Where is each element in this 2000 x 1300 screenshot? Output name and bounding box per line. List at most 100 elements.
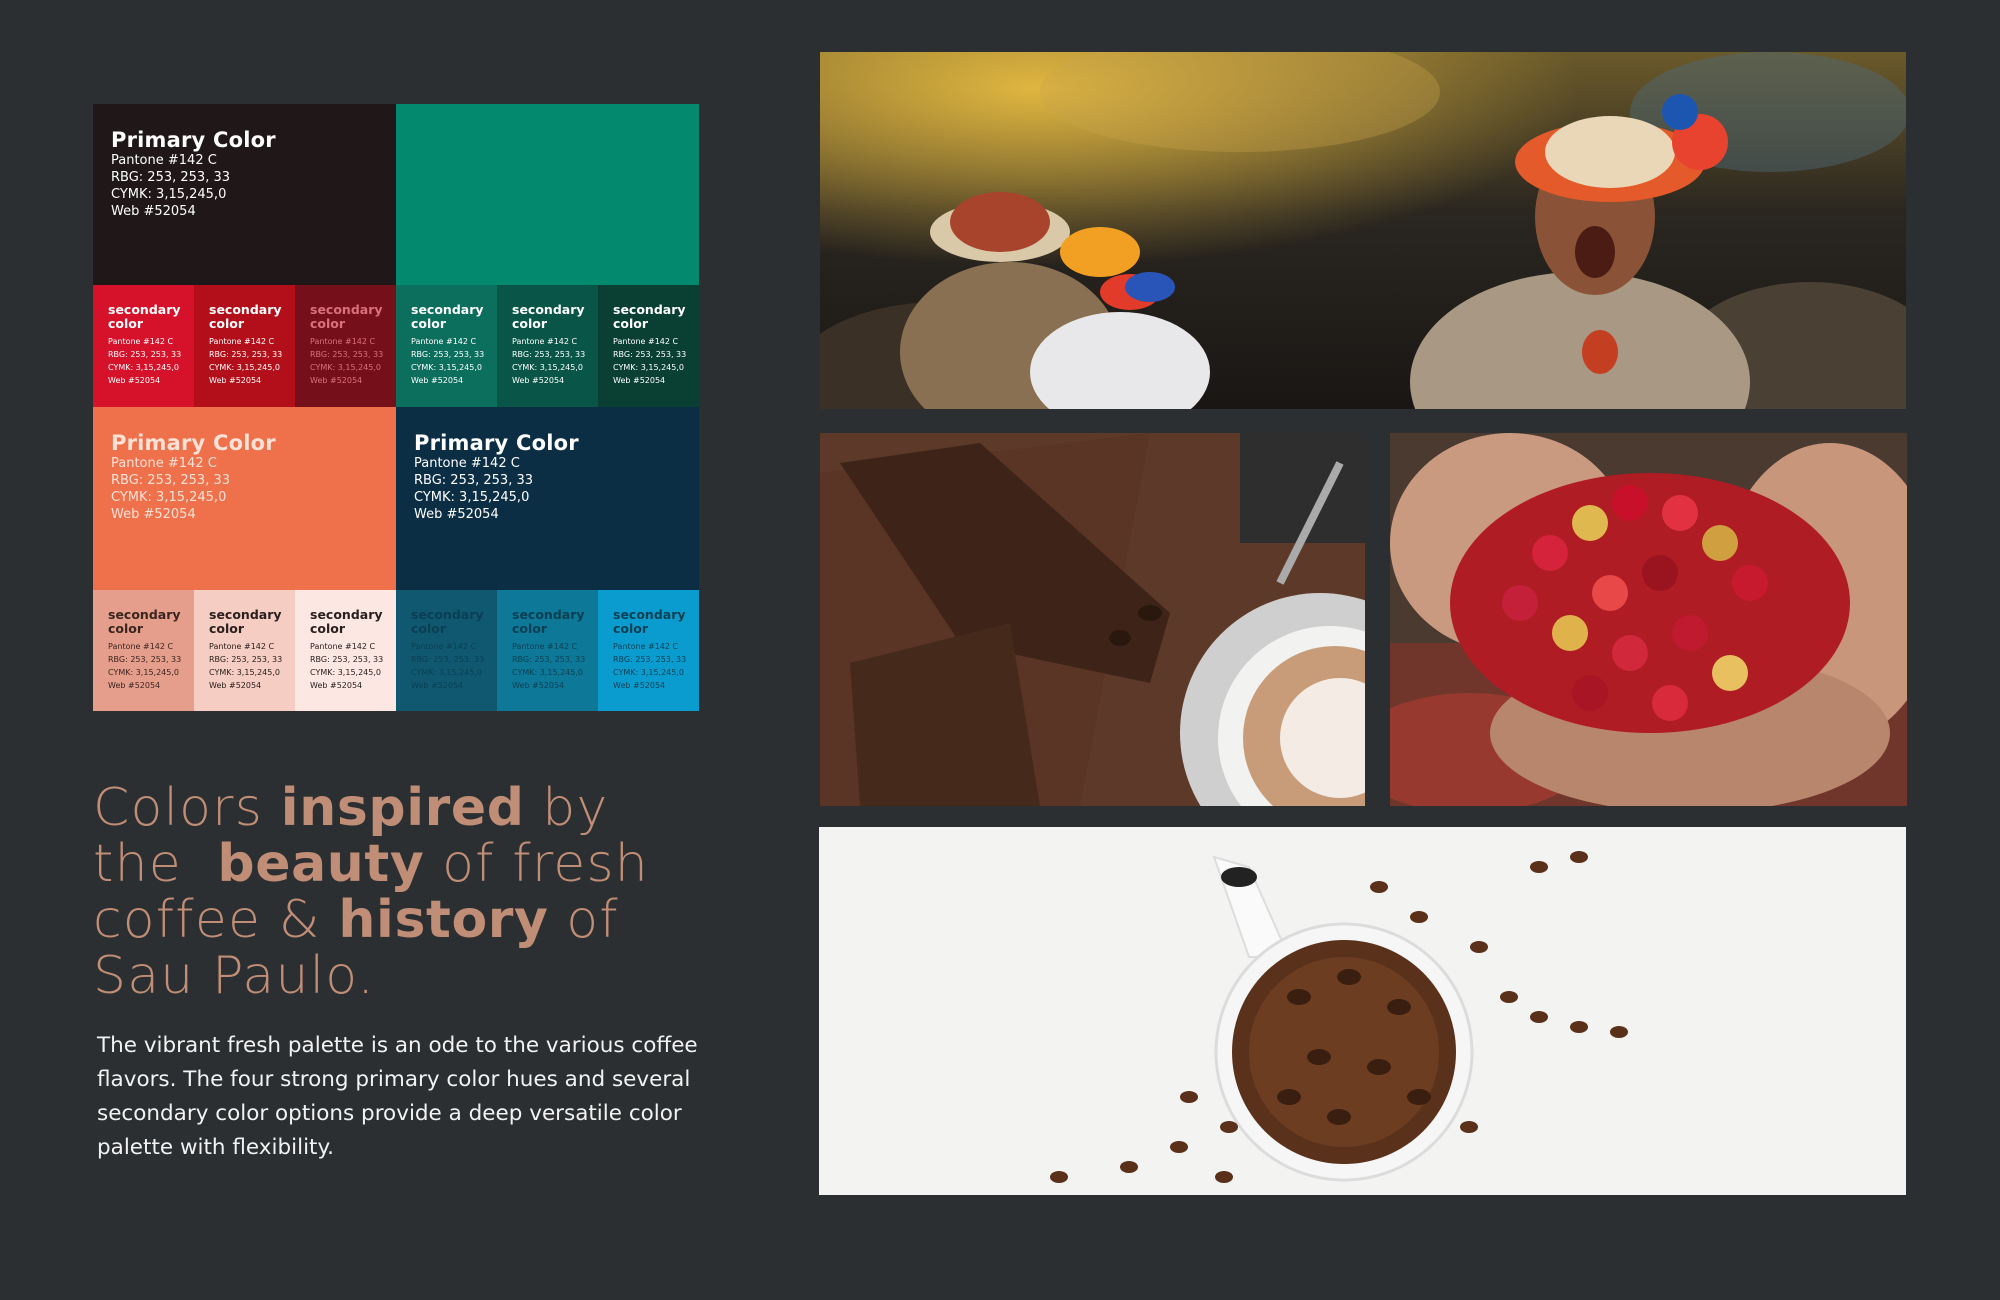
swatch-cymk: CYMK: 3,15,245,0 xyxy=(111,187,227,202)
festival-photo xyxy=(820,52,1906,409)
swatch-title: secondary color xyxy=(411,607,484,636)
headline-text: Colors xyxy=(93,778,281,838)
swatch-rgb: RBG: 253, 253, 33 xyxy=(613,655,687,664)
swatch-cymk: CYMK: 3,15,245,0 xyxy=(310,363,381,372)
secondary-color-swatch: secondary color Pantone #142 C RBG: 253, 2… xyxy=(194,590,295,711)
swatch-pantone: Pantone #142 C xyxy=(411,337,477,346)
swatch-title: secondary color xyxy=(310,302,383,331)
swatch-pantone: Pantone #142 C xyxy=(108,642,174,651)
swatch-cymk: CYMK: 3,15,245,0 xyxy=(108,668,179,677)
secondary-color-swatch: secondary color Pantone #142 C RBG: 253, 2… xyxy=(93,590,194,711)
swatch-title: secondary color xyxy=(613,302,686,331)
headline: Colors inspired by the beauty of fresh c… xyxy=(93,780,713,1004)
swatch-web: Web #52054 xyxy=(411,681,464,690)
swatch-pantone: Pantone #142 C xyxy=(613,337,679,346)
swatch-rgb: RBG: 253, 253, 33 xyxy=(512,655,586,664)
swatch-cymk: CYMK: 3,15,245,0 xyxy=(310,668,381,677)
secondary-color-swatch: secondary color Pantone #142 C RBG: 253, 2… xyxy=(93,285,194,407)
swatch-title: secondary color xyxy=(209,302,282,331)
swatch-web: Web #52054 xyxy=(310,376,363,385)
swatch-title: Primary Color xyxy=(111,431,276,455)
swatch-cymk: CYMK: 3,15,245,0 xyxy=(111,490,227,505)
swatch-web: Web #52054 xyxy=(111,507,196,522)
swatch-pantone: Pantone #142 C xyxy=(209,337,275,346)
swatch-title: secondary color xyxy=(512,302,585,331)
swatch-rgb: RBG: 253, 253, 33 xyxy=(111,170,231,185)
coffee-beans-cup-photo xyxy=(819,827,1906,1195)
swatch-web: Web #52054 xyxy=(613,681,666,690)
secondary-color-swatch: secondary color Pantone #142 C RBG: 253, 2… xyxy=(598,285,699,407)
swatch-web: Web #52054 xyxy=(310,681,363,690)
headline-emphasis: beauty xyxy=(217,834,425,894)
swatch-pantone: Pantone #142 C xyxy=(414,456,520,471)
swatch-web: Web #52054 xyxy=(111,204,196,219)
swatch-cymk: CYMK: 3,15,245,0 xyxy=(209,668,280,677)
swatch-web: Web #52054 xyxy=(411,376,464,385)
primary-color-swatch-dark: Primary Color Pantone #142 C RBG: 253, 2… xyxy=(93,104,396,285)
secondary-color-swatch: secondary color Pantone #142 C RBG: 253, 2… xyxy=(396,285,497,407)
swatch-rgb: RBG: 253, 253, 33 xyxy=(512,350,586,359)
swatch-rgb: RBG: 253, 253, 33 xyxy=(209,350,283,359)
swatch-pantone: Pantone #142 C xyxy=(111,456,217,471)
primary-color-swatch-orange: Primary Color Pantone #142 C RBG: 253, 2… xyxy=(93,407,396,590)
swatch-web: Web #52054 xyxy=(613,376,666,385)
swatch-rgb: RBG: 253, 253, 33 xyxy=(310,655,384,664)
swatch-cymk: CYMK: 3,15,245,0 xyxy=(108,363,179,372)
swatch-web: Web #52054 xyxy=(108,376,161,385)
swatch-pantone: Pantone #142 C xyxy=(411,642,477,651)
swatch-rgb: RBG: 253, 253, 33 xyxy=(108,655,182,664)
swatch-pantone: Pantone #142 C xyxy=(209,642,275,651)
swatch-web: Web #52054 xyxy=(512,681,565,690)
swatch-cymk: CYMK: 3,15,245,0 xyxy=(411,363,482,372)
swatch-rgb: RBG: 253, 253, 33 xyxy=(414,473,534,488)
swatch-title: secondary color xyxy=(411,302,484,331)
swatch-web: Web #52054 xyxy=(414,507,499,522)
swatch-rgb: RBG: 253, 253, 33 xyxy=(613,350,687,359)
swatch-pantone: Pantone #142 C xyxy=(613,642,679,651)
swatch-rgb: RBG: 253, 253, 33 xyxy=(310,350,384,359)
swatch-rgb: RBG: 253, 253, 33 xyxy=(411,655,485,664)
swatch-title: Primary Color xyxy=(111,128,276,152)
swatch-web: Web #52054 xyxy=(209,681,262,690)
swatch-pantone: Pantone #142 C xyxy=(310,642,376,651)
swatch-title: secondary color xyxy=(512,607,585,636)
swatch-rgb: RBG: 253, 253, 33 xyxy=(209,655,283,664)
body-text: The vibrant fresh palette is an ode to t… xyxy=(97,1033,698,1160)
swatch-rgb: RBG: 253, 253, 33 xyxy=(111,473,231,488)
color-palette: Primary Color Pantone #142 C RBG: 253, 2… xyxy=(93,104,699,711)
swatch-rgb: RBG: 253, 253, 33 xyxy=(108,350,182,359)
headline-emphasis: history xyxy=(338,890,549,950)
coffee-cherries-photo xyxy=(1390,433,1907,806)
swatch-title: secondary color xyxy=(209,607,282,636)
secondary-color-swatch: secondary color Pantone #142 C RBG: 253, 2… xyxy=(497,285,598,407)
headline-emphasis: inspired xyxy=(280,778,525,838)
swatch-web: Web #52054 xyxy=(108,681,161,690)
swatch-title: secondary color xyxy=(108,302,181,331)
swatch-pantone: Pantone #142 C xyxy=(111,153,217,168)
swatch-cymk: CYMK: 3,15,245,0 xyxy=(512,363,583,372)
primary-color-swatch-navy: Primary Color Pantone #142 C RBG: 253, 2… xyxy=(396,407,699,590)
swatch-cymk: CYMK: 3,15,245,0 xyxy=(414,490,530,505)
swatch-title: secondary color xyxy=(310,607,383,636)
swatch-web: Web #52054 xyxy=(209,376,262,385)
primary-color-swatch-teal xyxy=(396,104,699,285)
secondary-color-swatch: secondary color Pantone #142 C RBG: 253, 2… xyxy=(497,590,598,711)
swatch-title: secondary color xyxy=(613,607,686,636)
secondary-color-swatch: secondary color Pantone #142 C RBG: 253, 2… xyxy=(295,590,396,711)
swatch-pantone: Pantone #142 C xyxy=(512,337,578,346)
swatch-title: secondary color xyxy=(108,607,181,636)
swatch-cymk: CYMK: 3,15,245,0 xyxy=(512,668,583,677)
swatch-cymk: CYMK: 3,15,245,0 xyxy=(209,363,280,372)
swatch-title: Primary Color xyxy=(414,431,579,455)
swatch-pantone: Pantone #142 C xyxy=(512,642,578,651)
swatch-cymk: CYMK: 3,15,245,0 xyxy=(613,668,684,677)
secondary-color-swatch: secondary color Pantone #142 C RBG: 253, 2… xyxy=(598,590,699,711)
secondary-color-swatch: secondary color Pantone #142 C RBG: 253, 2… xyxy=(194,285,295,407)
swatch-pantone: Pantone #142 C xyxy=(108,337,174,346)
swatch-cymk: CYMK: 3,15,245,0 xyxy=(411,668,482,677)
secondary-color-swatch: secondary color Pantone #142 C RBG: 253, 2… xyxy=(295,285,396,407)
chocolate-coffee-photo xyxy=(820,433,1365,806)
secondary-color-swatch: secondary color Pantone #142 C RBG: 253, 2… xyxy=(396,590,497,711)
swatch-web: Web #52054 xyxy=(512,376,565,385)
swatch-rgb: RBG: 253, 253, 33 xyxy=(411,350,485,359)
